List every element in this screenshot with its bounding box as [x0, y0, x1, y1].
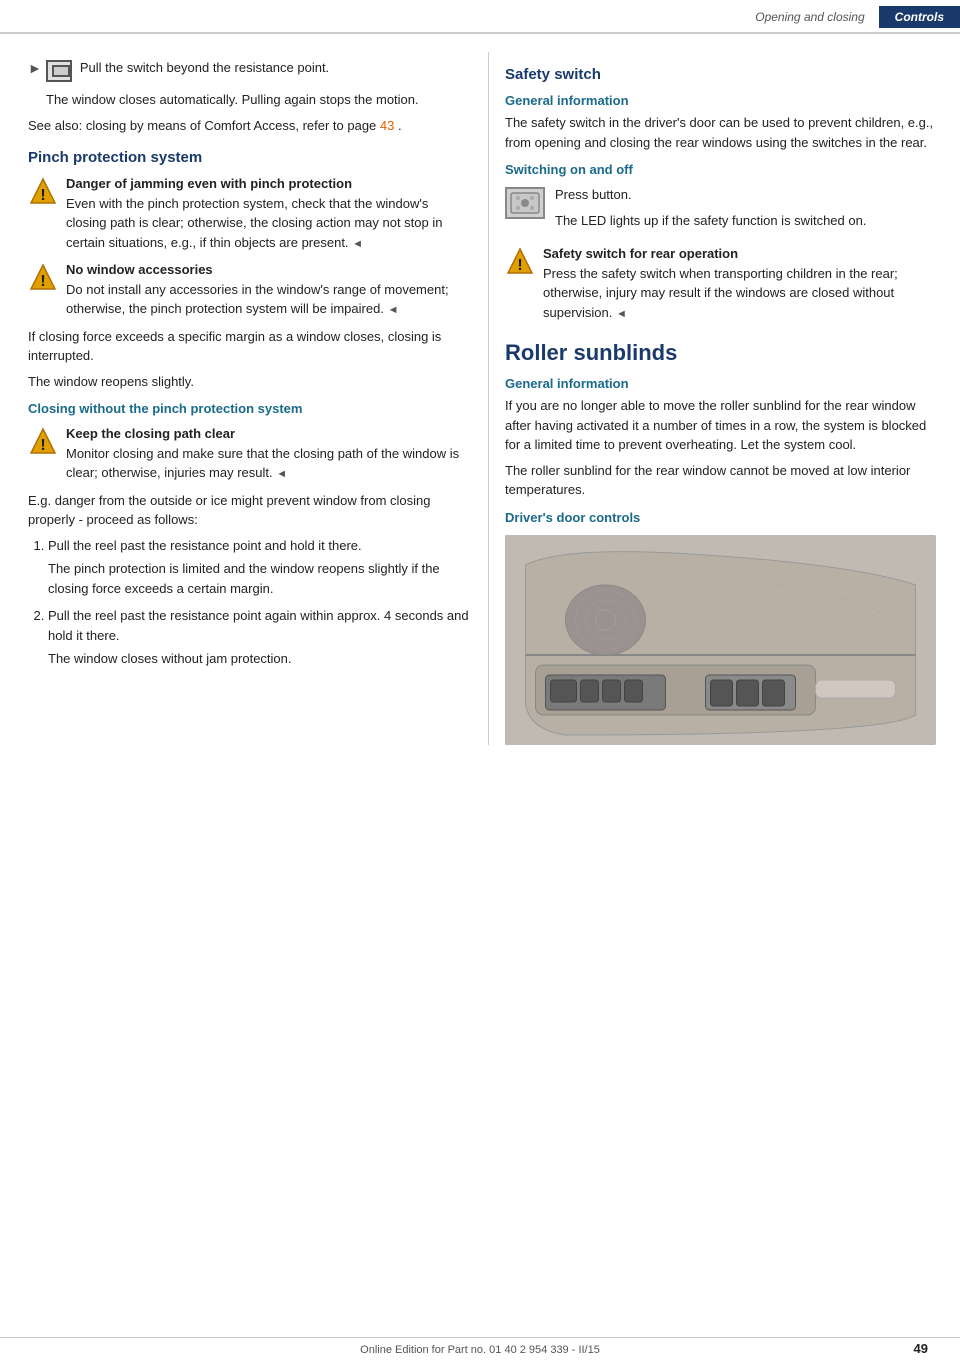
door-controls-image [505, 535, 936, 745]
safety-switch-heading: Safety switch [505, 66, 936, 83]
right-column: Safety switch General information The sa… [488, 52, 960, 745]
closing-without-heading: Closing without the pinch protection sys… [28, 401, 470, 416]
footer-text: Online Edition for Part no. 01 40 2 954 … [360, 1344, 600, 1356]
end-marker4: ◄ [616, 308, 627, 320]
press-button-text-block: Press button. The LED lights up if the s… [555, 185, 866, 236]
step1-text: The pinch protection is limited and the … [48, 559, 470, 598]
svg-text:!: ! [517, 257, 522, 274]
warning-triangle-icon4: ! [505, 246, 535, 276]
step1: Pull the reel past the resistance point … [48, 536, 470, 599]
rear-warning-text: Safety switch for rear operation Press t… [543, 244, 936, 322]
drivers-door-heading: Driver's door controls [505, 510, 936, 525]
svg-text:!: ! [40, 187, 45, 204]
pinch-warning1-text: Danger of jamming even with pinch protec… [66, 174, 470, 252]
keep-clear-text: Keep the closing path clear Monitor clos… [66, 424, 470, 483]
see-also-link[interactable]: 43 [380, 118, 394, 133]
closing-force-text: If closing force exceeds a specific marg… [28, 327, 470, 366]
end-marker2: ◄ [388, 304, 399, 316]
header-section-label: Opening and closing [741, 6, 878, 28]
press-button-block: Press button. The LED lights up if the s… [505, 185, 936, 236]
press-button-text: Press button. [555, 185, 866, 205]
button-icon [505, 187, 545, 219]
left-column: ► Pull the switch beyond the resistance … [0, 52, 488, 745]
window-closes-text: The window closes automatically. Pulling… [46, 90, 470, 110]
steps-list: Pull the reel past the resistance point … [28, 536, 470, 669]
keep-clear-warning: ! Keep the closing path clear Monitor cl… [28, 424, 470, 483]
see-also-text: See also: closing by means of Comfort Ac… [28, 116, 470, 136]
led-text: The LED lights up if the safety function… [555, 211, 866, 231]
switch-icon [46, 60, 72, 82]
eg-text: E.g. danger from the outside or ice migh… [28, 491, 470, 530]
page-number: 49 [910, 1341, 932, 1356]
window-reopens-text: The window reopens slightly. [28, 372, 470, 392]
page-footer: Online Edition for Part no. 01 40 2 954 … [0, 1337, 960, 1362]
rear-warning: ! Safety switch for rear operation Press… [505, 244, 936, 322]
header-active-label: Controls [879, 6, 960, 28]
pinch-warning2: ! No window accessories Do not install a… [28, 260, 470, 319]
svg-text:!: ! [40, 437, 45, 454]
warning-triangle-icon3: ! [28, 426, 58, 456]
roller-heading: Roller sunblinds [505, 340, 936, 366]
warning-triangle-icon2: ! [28, 262, 58, 292]
end-marker3: ◄ [276, 468, 287, 480]
safety-switch-desc: The safety switch in the driver's door c… [505, 113, 936, 152]
step2-text: The window closes without jam protection… [48, 649, 470, 669]
pull-switch-block: ► Pull the switch beyond the resistance … [28, 60, 470, 82]
step2: Pull the reel past the resistance point … [48, 606, 470, 669]
main-content: ► Pull the switch beyond the resistance … [0, 34, 960, 745]
end-marker1: ◄ [352, 238, 363, 250]
page-header: Opening and closing Controls [0, 0, 960, 34]
step1-title: Pull the reel past the resistance point … [48, 538, 362, 553]
pinch-heading: Pinch protection system [28, 149, 470, 166]
roller-general-heading: General information [505, 376, 936, 391]
header-nav: Opening and closing Controls [741, 6, 960, 28]
switching-heading: Switching on and off [505, 162, 936, 177]
bullet-arrow-icon: ► [28, 60, 42, 76]
roller-text1: If you are no longer able to move the ro… [505, 396, 936, 455]
pinch-warning1: ! Danger of jamming even with pinch prot… [28, 174, 470, 252]
general-info-heading: General information [505, 93, 936, 108]
pull-switch-text: Pull the switch beyond the resistance po… [80, 60, 329, 75]
step2-title: Pull the reel past the resistance point … [48, 608, 469, 643]
warning-triangle-icon: ! [28, 176, 58, 206]
pinch-warning2-text: No window accessories Do not install any… [66, 260, 470, 319]
svg-text:!: ! [40, 273, 45, 290]
roller-text2: The roller sunblind for the rear window … [505, 461, 936, 500]
